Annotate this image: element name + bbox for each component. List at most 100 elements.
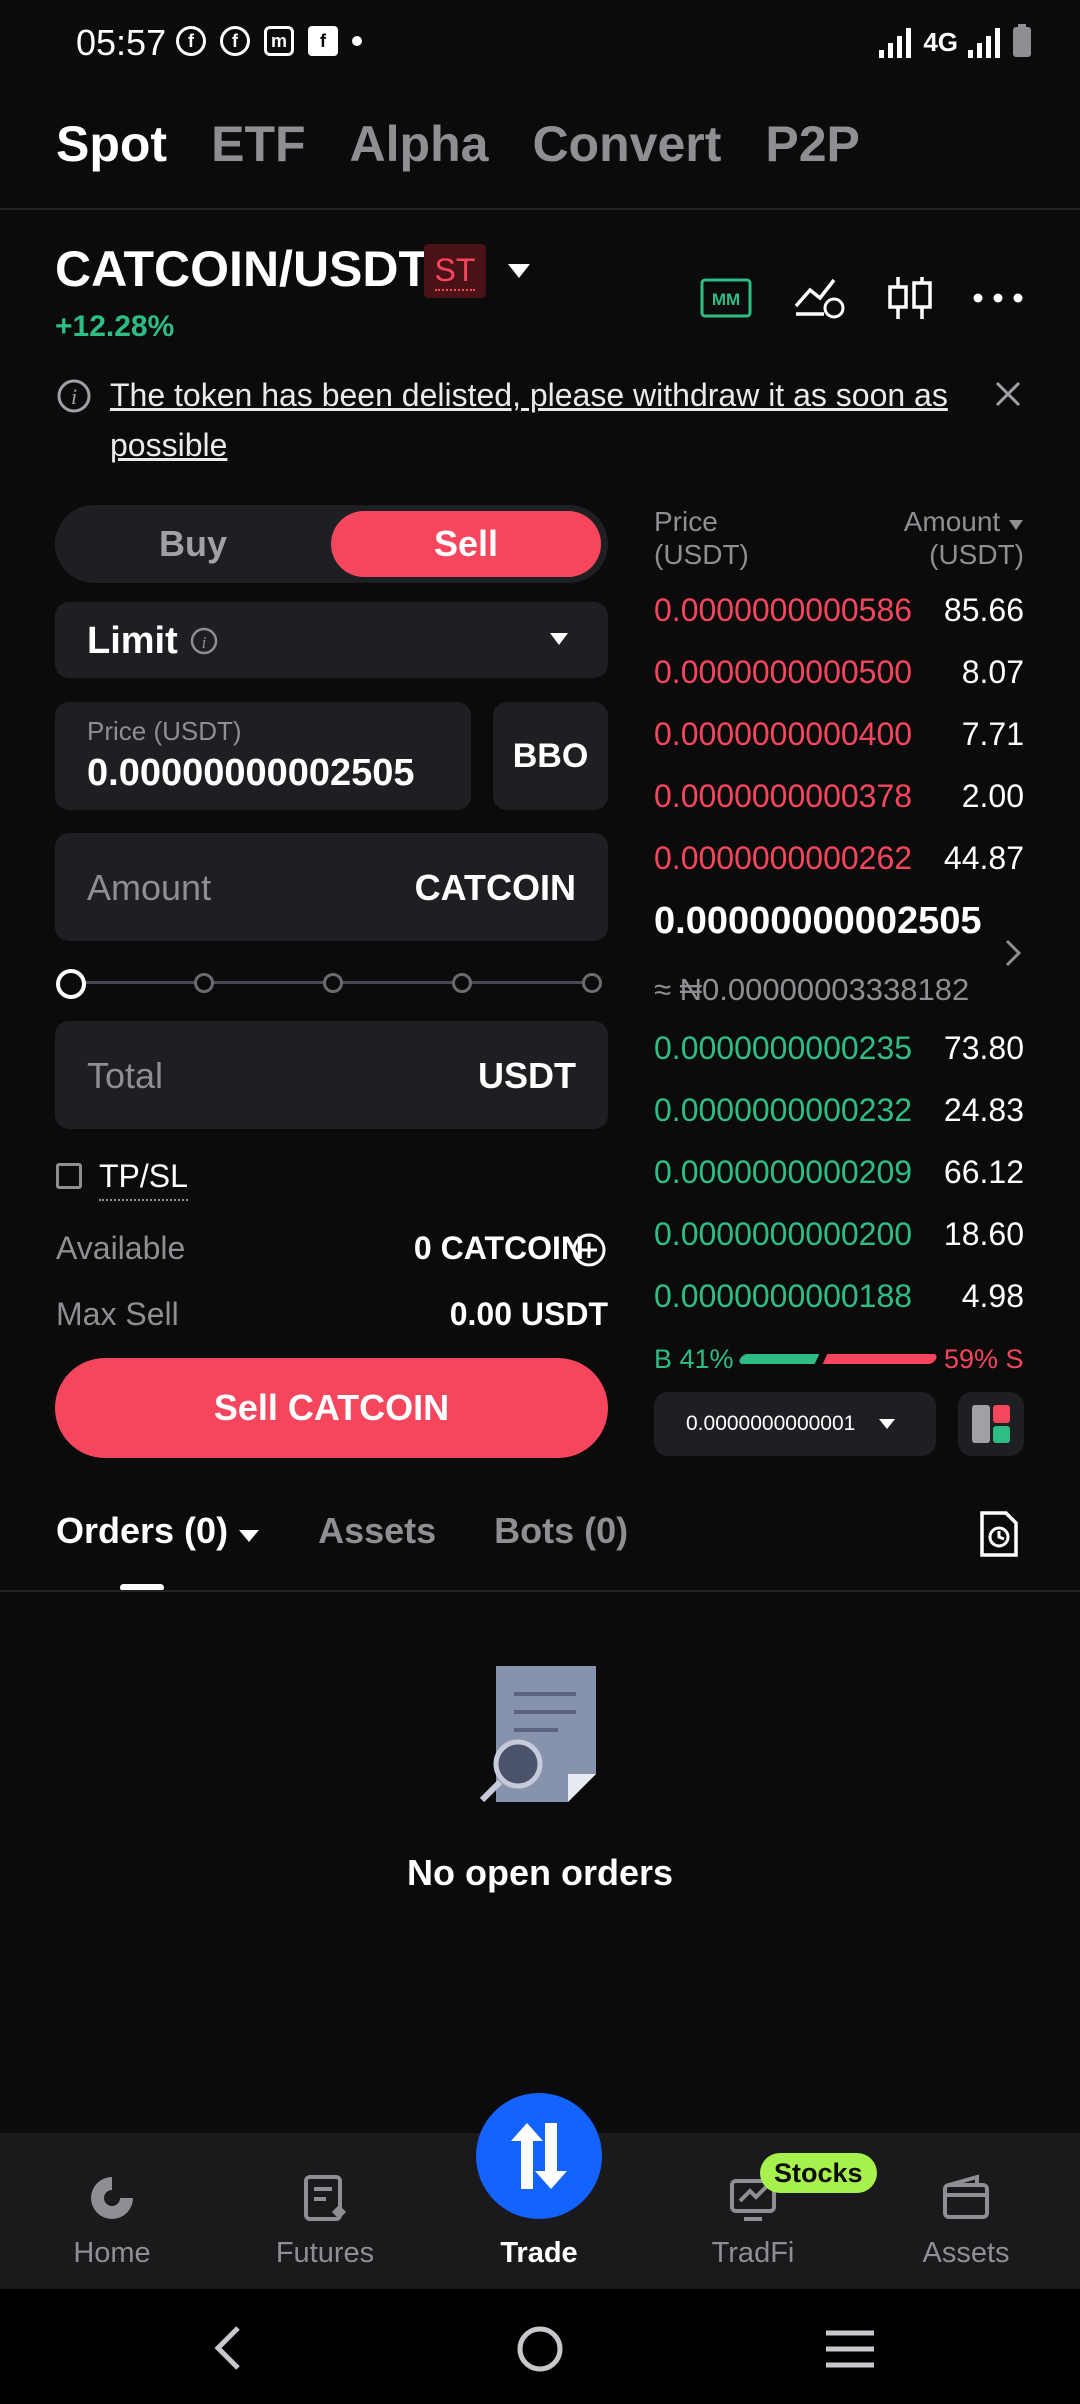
- bid-amount: 66.12: [943, 1154, 1024, 1190]
- bbo-button[interactable]: BBO: [493, 702, 608, 810]
- bid-price: 0.0000000000209: [654, 1154, 913, 1190]
- chevron-right-icon[interactable]: [1004, 938, 1022, 968]
- bid-row[interactable]: 0.0000000000188 4.98: [654, 1278, 1024, 1318]
- bid-row[interactable]: 0.0000000000232 24.83: [654, 1092, 1024, 1132]
- chevron-down-icon: [1009, 520, 1023, 530]
- messenger-icon: m: [264, 26, 294, 56]
- tab-spot[interactable]: Spot: [56, 115, 167, 173]
- close-icon[interactable]: [994, 380, 1022, 408]
- sell-submit-button[interactable]: Sell CATCOIN: [55, 1358, 608, 1458]
- tab-orders[interactable]: Orders (0): [56, 1510, 260, 1552]
- pair-name[interactable]: CATCOIN/USDT: [55, 240, 429, 298]
- slider-step[interactable]: [323, 973, 343, 993]
- total-unit: USDT: [478, 1055, 576, 1096]
- home-circle-icon[interactable]: [516, 2325, 564, 2373]
- nav-tradfi-label: TradFi: [711, 2237, 795, 2269]
- slider-step[interactable]: [582, 973, 602, 993]
- more-icon[interactable]: [970, 270, 1026, 326]
- chevron-down-icon: [239, 1530, 260, 1542]
- precision-select[interactable]: 0.0000000000001: [654, 1392, 936, 1456]
- slider-step[interactable]: [452, 973, 472, 993]
- add-circle-icon[interactable]: [571, 1232, 607, 1268]
- ask-row[interactable]: 0.0000000000262 44.87: [654, 840, 1024, 880]
- svg-text:i: i: [71, 384, 77, 409]
- amount-input[interactable]: Amount CATCOIN: [55, 833, 608, 941]
- menu-icon[interactable]: [824, 2329, 876, 2369]
- orders-tabs: Orders (0) Assets Bots (0): [56, 1510, 628, 1552]
- bottom-navigation: Home Futures Trade TradFi Stocks Assets: [0, 2093, 1080, 2289]
- system-icons: 4G: [879, 24, 1032, 58]
- order-type-select[interactable]: Limit i: [55, 602, 608, 678]
- nav-trade[interactable]: Trade: [459, 2237, 619, 2270]
- ask-row[interactable]: 0.0000000000378 2.00: [654, 778, 1024, 818]
- ratio-bar-buy: [737, 1354, 820, 1364]
- st-badge[interactable]: ST: [424, 244, 486, 298]
- ratio-bar: [737, 1354, 939, 1364]
- tab-bots[interactable]: Bots (0): [494, 1510, 628, 1552]
- market-maker-icon[interactable]: MM: [698, 270, 754, 326]
- divider: [0, 1590, 1080, 1592]
- notice-text[interactable]: The token has been delisted, please with…: [110, 370, 980, 470]
- precision-value: 0.0000000000001: [686, 1412, 856, 1435]
- orderbook-amount-header[interactable]: Amount (USDT): [880, 505, 1024, 571]
- price-header-label: Price: [654, 506, 718, 537]
- slider-handle[interactable]: [56, 969, 86, 999]
- nav-home[interactable]: Home: [32, 2173, 192, 2270]
- last-price[interactable]: 0.00000000002505: [654, 900, 982, 943]
- slider-step[interactable]: [194, 973, 214, 993]
- nav-assets[interactable]: Assets: [886, 2173, 1046, 2270]
- buy-tab[interactable]: Buy: [55, 505, 331, 583]
- wallet-icon: [943, 2174, 989, 2219]
- trade-arrows-icon: [511, 2123, 567, 2189]
- orderbook-layout-button[interactable]: [958, 1392, 1024, 1456]
- orderbook-price-header: Price (USDT): [654, 505, 749, 571]
- ask-row[interactable]: 0.0000000000586 85.66: [654, 592, 1024, 632]
- sell-tab[interactable]: Sell: [331, 511, 601, 577]
- buy-sell-toggle: Buy Sell: [55, 505, 608, 583]
- order-type-value: Limit: [87, 620, 178, 662]
- tab-etf[interactable]: ETF: [211, 115, 305, 173]
- nav-futures[interactable]: Futures: [245, 2173, 405, 2270]
- info-icon[interactable]: i: [189, 626, 219, 656]
- network-label: 4G: [923, 27, 958, 57]
- ask-amount: 7.71: [961, 716, 1024, 752]
- info-icon: i: [57, 379, 91, 413]
- candlestick-chart-icon[interactable]: [882, 270, 938, 326]
- nav-assets-label: Assets: [922, 2237, 1010, 2269]
- tab-assets[interactable]: Assets: [318, 1510, 436, 1552]
- tpsl-checkbox[interactable]: [56, 1163, 82, 1189]
- bid-price: 0.0000000000200: [654, 1216, 913, 1252]
- facebook-icon: f: [220, 26, 250, 56]
- status-bar: 05:57 f f m f 4G: [0, 0, 1080, 90]
- bid-row[interactable]: 0.0000000000235 73.80: [654, 1030, 1024, 1070]
- ask-row[interactable]: 0.0000000000500 8.07: [654, 654, 1024, 694]
- price-alert-icon[interactable]: [792, 270, 848, 326]
- amount-slider[interactable]: [56, 968, 606, 999]
- ask-price: 0.0000000000586: [654, 592, 913, 628]
- ask-amount: 2.00: [961, 778, 1024, 814]
- layout-icon: [972, 1405, 1010, 1443]
- tab-convert[interactable]: Convert: [532, 115, 721, 173]
- tpsl-label[interactable]: TP/SL: [99, 1158, 188, 1201]
- market-tabs: Spot ETF Alpha Convert P2P: [56, 115, 860, 173]
- bid-price: 0.0000000000188: [654, 1278, 913, 1314]
- tab-p2p[interactable]: P2P: [765, 115, 860, 173]
- order-history-icon[interactable]: [976, 1510, 1020, 1558]
- ask-row[interactable]: 0.0000000000400 7.71: [654, 716, 1024, 756]
- back-icon[interactable]: [212, 2325, 242, 2371]
- chevron-down-icon[interactable]: [506, 262, 532, 280]
- price-input-value: 0.00000000002505: [87, 752, 415, 794]
- maxsell-value: 0.00 USDT: [449, 1296, 608, 1332]
- tab-alpha[interactable]: Alpha: [350, 115, 489, 173]
- bid-row[interactable]: 0.0000000000209 66.12: [654, 1154, 1024, 1194]
- signal-icon: [879, 28, 912, 58]
- divider: [0, 208, 1080, 210]
- chevron-down-icon: [879, 1419, 895, 1429]
- trade-button[interactable]: [476, 2093, 602, 2219]
- price-input[interactable]: Price (USDT) 0.00000000002505: [55, 702, 471, 810]
- battery-icon: [1013, 24, 1031, 57]
- bid-row[interactable]: 0.0000000000200 18.60: [654, 1216, 1024, 1256]
- system-navigation: [0, 2289, 1080, 2404]
- total-input[interactable]: Total USDT: [55, 1021, 608, 1129]
- ratio-bar-sell: [822, 1354, 939, 1364]
